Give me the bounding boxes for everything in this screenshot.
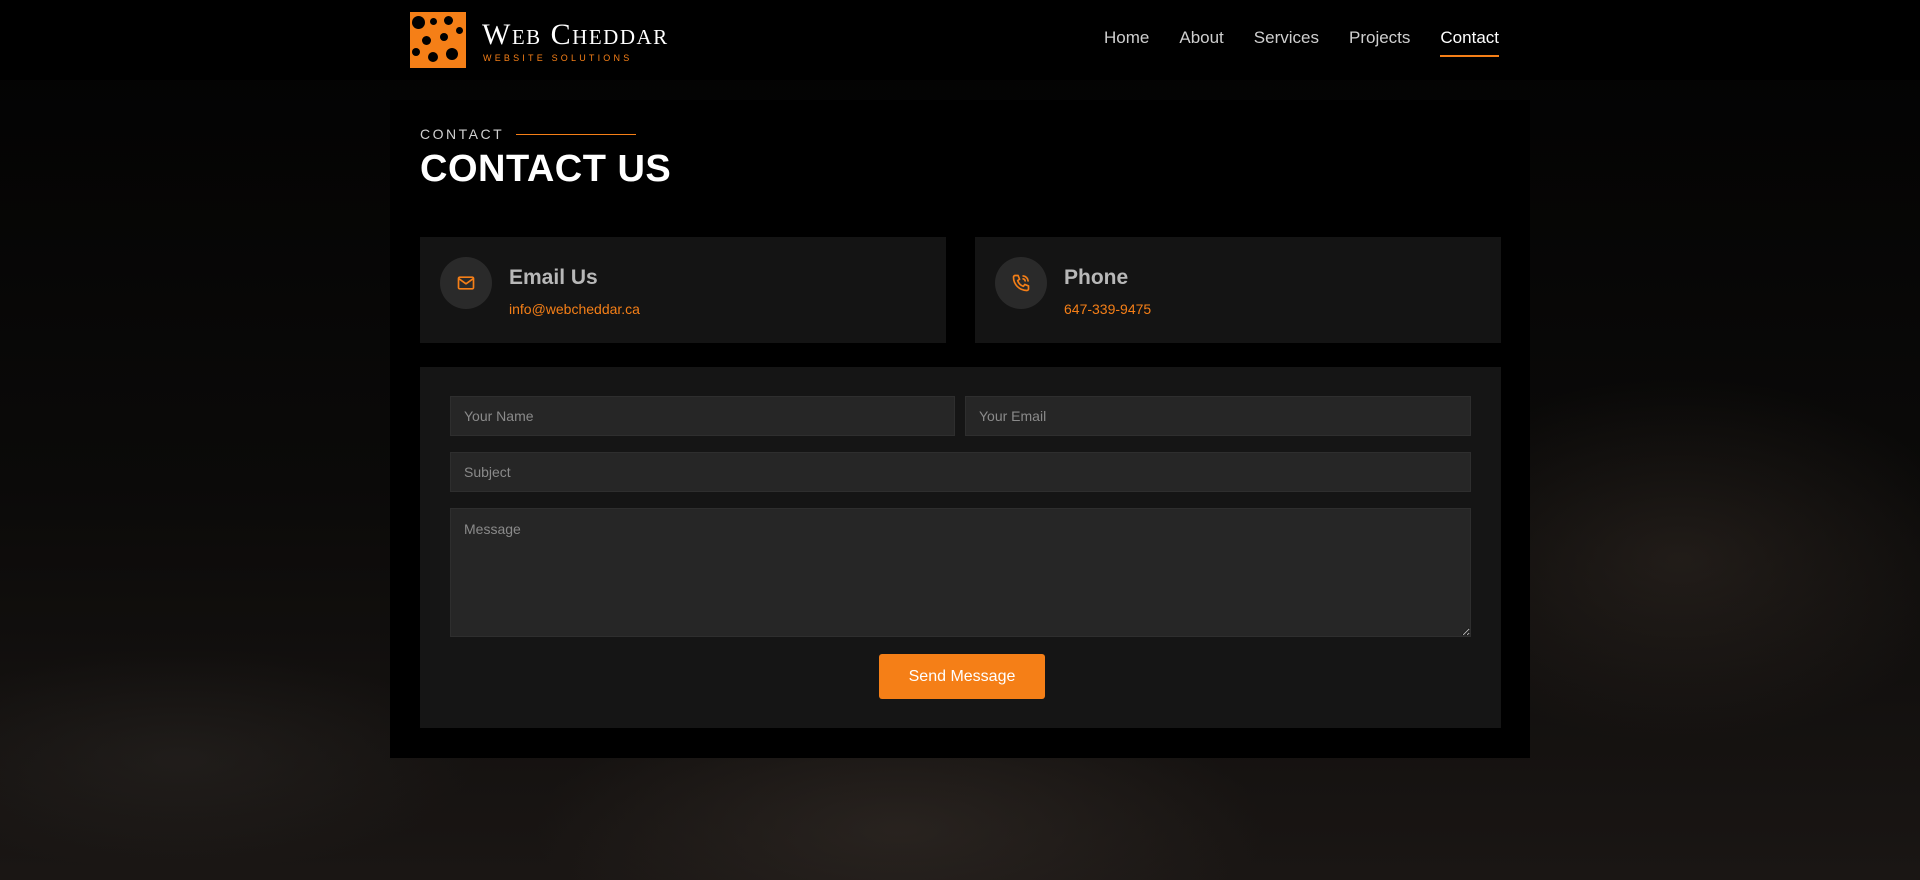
email-field[interactable]: [965, 396, 1471, 436]
nav-item-about[interactable]: About: [1179, 28, 1223, 48]
nav-item-contact[interactable]: Contact: [1440, 28, 1499, 57]
phone-card-title: Phone: [1064, 266, 1129, 289]
brand-tagline: WEBSITE SOLUTIONS: [483, 53, 633, 63]
email-address-link[interactable]: info@webcheddar.ca: [509, 301, 640, 317]
section-eyebrow: CONTACT: [420, 126, 637, 142]
phone-icon: [995, 257, 1047, 309]
nav-item-services[interactable]: Services: [1254, 28, 1319, 48]
phone-card: Phone 647-339-9475: [975, 237, 1501, 343]
section-eyebrow-label: CONTACT: [420, 126, 505, 142]
name-field[interactable]: [450, 396, 955, 436]
brand-name: Web Cheddar: [482, 18, 669, 51]
nav-item-home[interactable]: Home: [1104, 28, 1149, 48]
page-title: CONTACT US: [420, 148, 672, 190]
contact-form: Send Message: [420, 367, 1501, 728]
nav-item-projects[interactable]: Projects: [1349, 28, 1410, 48]
site-header: Web Cheddar WEBSITE SOLUTIONS Home About…: [0, 0, 1920, 80]
cheese-icon: [410, 12, 466, 68]
mail-icon: [440, 257, 492, 309]
main-nav: Home About Services Projects Contact: [1104, 28, 1499, 57]
send-message-button[interactable]: Send Message: [879, 654, 1045, 699]
email-card: Email Us info@webcheddar.ca: [420, 237, 946, 343]
subject-field[interactable]: [450, 452, 1471, 492]
email-card-title: Email Us: [509, 266, 598, 289]
contact-section: CONTACT CONTACT US Email Us info@webched…: [390, 100, 1530, 758]
phone-number-link[interactable]: 647-339-9475: [1064, 301, 1151, 317]
message-field[interactable]: [450, 508, 1471, 637]
site-logo[interactable]: Web Cheddar WEBSITE SOLUTIONS: [410, 12, 680, 68]
eyebrow-divider: [516, 133, 637, 135]
